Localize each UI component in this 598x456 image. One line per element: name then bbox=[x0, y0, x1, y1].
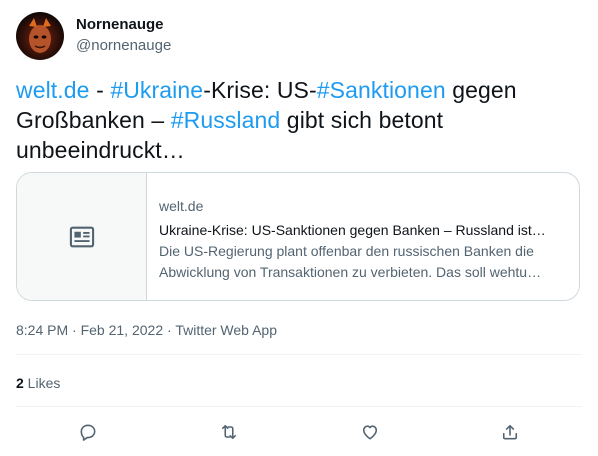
card-body: welt.de Ukraine-Krise: US-Sanktionen geg… bbox=[147, 173, 579, 300]
meta-separator: · bbox=[68, 322, 81, 338]
tweet-source[interactable]: Twitter Web App bbox=[175, 322, 277, 338]
tweet-link[interactable]: #Sanktionen bbox=[317, 77, 446, 103]
meta-separator: · bbox=[163, 322, 176, 338]
avatar[interactable] bbox=[16, 12, 64, 60]
share-icon bbox=[502, 424, 518, 440]
likes-stat[interactable]: 2 Likes bbox=[16, 373, 60, 393]
card-description: Die US-Regierung plant offenbar den russ… bbox=[159, 243, 542, 280]
tweet-date[interactable]: Feb 21, 2022 bbox=[81, 322, 164, 338]
tweet-link[interactable]: welt.de bbox=[16, 77, 90, 103]
display-name[interactable]: Nornenauge bbox=[76, 15, 164, 35]
divider bbox=[16, 406, 582, 407]
retweet-button[interactable] bbox=[211, 414, 247, 450]
tweet-time[interactable]: 8:24 PM bbox=[16, 322, 68, 338]
news-article-icon bbox=[69, 226, 94, 247]
tweet-text-segment: - bbox=[89, 77, 111, 103]
tweet-link[interactable]: #Ukraine bbox=[110, 77, 203, 103]
tweet-link[interactable]: #Russland bbox=[171, 107, 281, 133]
link-preview-card[interactable]: welt.de Ukraine-Krise: US-Sanktionen geg… bbox=[16, 172, 580, 301]
likes-label: Likes bbox=[23, 375, 61, 391]
retweet-icon bbox=[221, 424, 237, 440]
reply-icon bbox=[80, 424, 96, 441]
like-icon bbox=[362, 425, 378, 440]
like-button[interactable] bbox=[352, 414, 388, 450]
user-handle[interactable]: @nornenauge bbox=[76, 36, 171, 56]
share-button[interactable] bbox=[492, 414, 528, 450]
tweet-meta: 8:24 PM · Feb 21, 2022 · Twitter Web App bbox=[16, 320, 277, 340]
card-thumbnail bbox=[17, 173, 147, 300]
card-title: Ukraine-Krise: US-Sanktionen gegen Banke… bbox=[159, 222, 546, 238]
divider bbox=[16, 354, 582, 355]
tweet-text: welt.de - #Ukraine-Krise: US-#Sanktionen… bbox=[16, 75, 582, 165]
likes-count: 2 bbox=[16, 375, 24, 391]
tweet-text-segment: -Krise: US- bbox=[203, 77, 317, 103]
card-domain: welt.de bbox=[159, 198, 204, 214]
reply-button[interactable] bbox=[70, 414, 106, 450]
avatar-image bbox=[29, 18, 51, 53]
